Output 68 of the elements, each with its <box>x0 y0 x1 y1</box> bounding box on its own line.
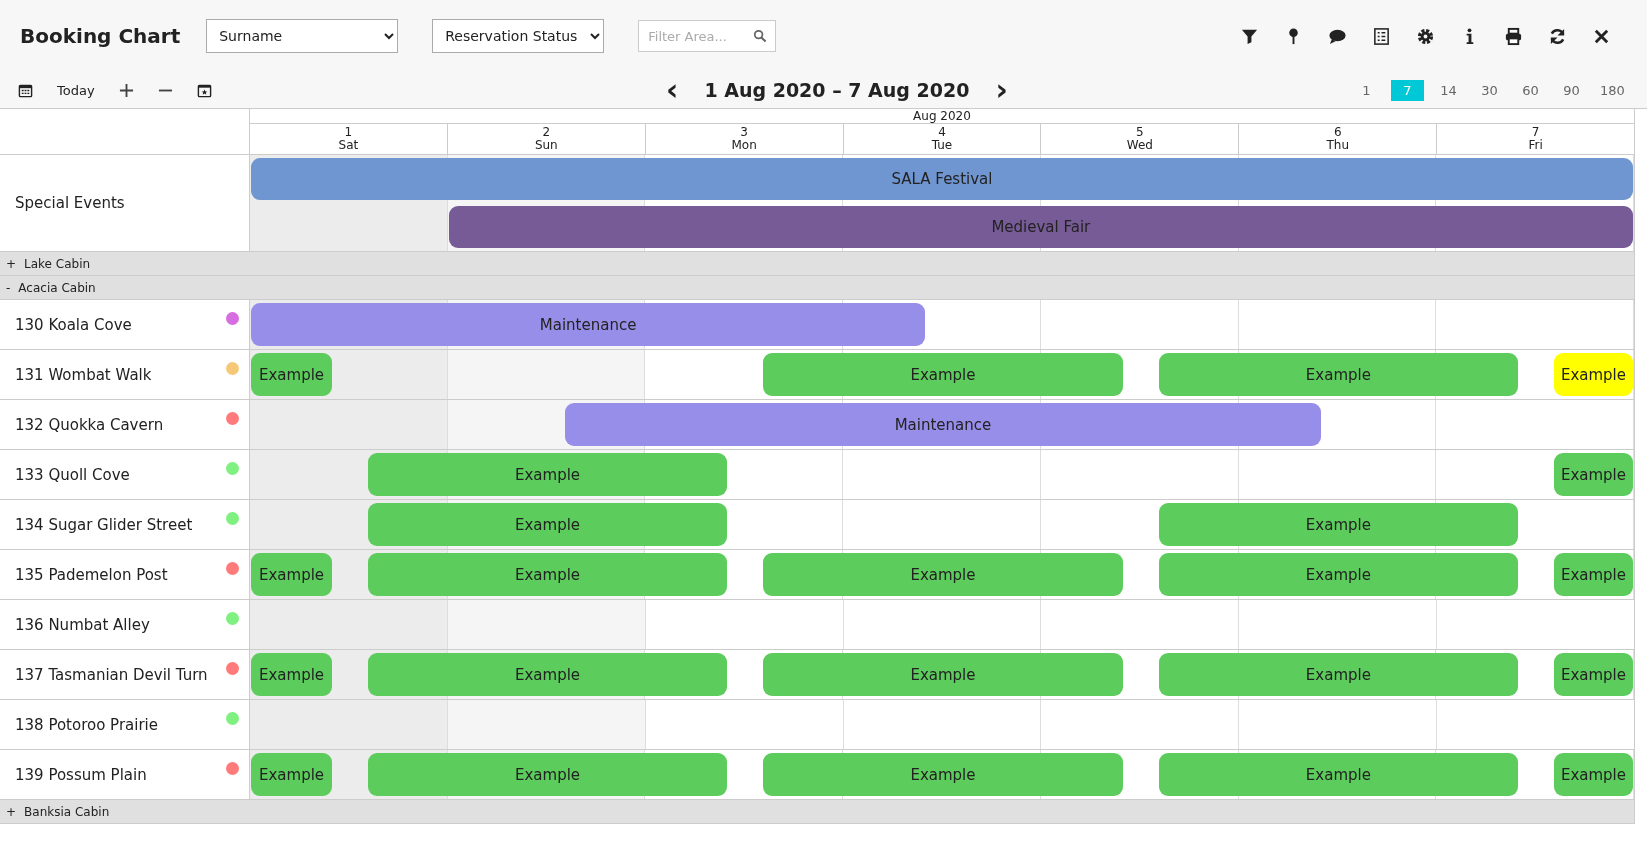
zoom-option[interactable]: 90 <box>1555 79 1588 101</box>
group-header[interactable]: + Banksia Cabin <box>0 800 1634 824</box>
zoom-option[interactable]: 14 <box>1432 79 1465 101</box>
booking-bar[interactable]: Example <box>1553 753 1633 796</box>
filter-field[interactable]: Filter Area... <box>638 20 777 52</box>
booking-bar[interactable]: Example <box>251 553 333 596</box>
booking-bar[interactable]: Example <box>1158 653 1519 696</box>
booking-bar[interactable]: Example <box>251 653 333 696</box>
booking-bar[interactable]: Example <box>763 553 1123 596</box>
booking-bar[interactable]: Example <box>1158 553 1519 596</box>
date-range: 1 Aug 2020 – 7 Aug 2020 <box>704 79 970 101</box>
day-header: 1 Sat <box>250 124 448 154</box>
booking-bar[interactable]: Example <box>1158 503 1519 546</box>
settings-icon[interactable] <box>1416 26 1435 46</box>
day-header: 6 Thu <box>1239 124 1438 154</box>
group-header[interactable]: + Lake Cabin <box>0 252 1634 276</box>
day-header: 3 Mon <box>645 124 844 154</box>
day-header: 2 Sun <box>447 124 646 154</box>
day-header: 5 Wed <box>1041 124 1240 154</box>
booking-bar[interactable]: Maintenance <box>251 303 926 346</box>
room-name: 133 Quoll Cove <box>15 465 130 484</box>
checklist-icon[interactable] <box>1372 26 1391 46</box>
day-header: 7 Fri <box>1527 124 1544 154</box>
calendar-icon[interactable] <box>18 82 33 98</box>
room-name: 135 Pademelon Post <box>15 565 168 584</box>
previous-button[interactable]: ‹ <box>658 75 687 105</box>
booking-bar[interactable]: Maintenance <box>565 403 1321 446</box>
booking-bar[interactable]: Example <box>1158 353 1519 396</box>
room-name: 138 Potoroo Prairie <box>15 715 158 734</box>
zoom-option[interactable]: 60 <box>1514 79 1547 101</box>
zoom-option[interactable]: 180 <box>1596 79 1629 101</box>
page-title: Booking Chart <box>20 24 181 48</box>
room-name: 139 Possum Plain <box>15 765 147 784</box>
group-header[interactable]: - Acacia Cabin <box>0 276 1634 300</box>
booking-bar[interactable]: Example <box>763 753 1123 796</box>
room-name: 136 Numbat Alley <box>15 615 150 634</box>
booking-bar[interactable]: Example <box>1553 653 1633 696</box>
booking-bar[interactable]: Example <box>251 353 333 396</box>
month-label: Aug 2020 <box>250 109 1634 124</box>
plus-icon[interactable] <box>118 82 134 98</box>
booking-bar[interactable]: Example <box>367 553 728 596</box>
sort-dropdown[interactable]: Surname <box>206 19 399 53</box>
room-name: 130 Koala Cove <box>15 315 132 334</box>
today-button[interactable]: Today <box>57 82 95 98</box>
booking-bar[interactable]: Example <box>367 503 728 546</box>
booking-bar[interactable]: Example <box>763 653 1123 696</box>
zoom-option[interactable]: 30 <box>1473 79 1506 101</box>
event-bar[interactable]: SALA Festival <box>251 158 1633 200</box>
booking-bar[interactable]: Example <box>1553 353 1633 396</box>
next-button[interactable]: › <box>987 75 1016 105</box>
booking-bar[interactable]: Example <box>251 753 333 796</box>
status-dropdown[interactable]: Reservation Status <box>432 19 605 53</box>
print-icon[interactable] <box>1504 26 1523 46</box>
room-name: 131 Wombat Walk <box>15 365 152 384</box>
zoom-option[interactable]: 1 <box>1350 79 1383 101</box>
day-header: 4 Tue <box>843 124 1042 154</box>
room-name: 134 Sugar Glider Street <box>15 515 193 534</box>
booking-bar[interactable]: Example <box>1553 553 1633 596</box>
booking-bar[interactable]: Example <box>367 753 728 796</box>
booking-bar[interactable]: Example <box>1553 453 1633 496</box>
booking-bar[interactable]: Example <box>1158 753 1519 796</box>
search-icon <box>753 29 768 43</box>
room-name: 132 Quokka Cavern <box>15 415 164 434</box>
booking-bar[interactable]: Example <box>763 353 1123 396</box>
booking-bar[interactable]: Example <box>367 453 728 496</box>
room-name: 137 Tasmanian Devil Turn <box>15 665 208 684</box>
booking-bar[interactable]: Example <box>367 653 728 696</box>
refresh-icon[interactable] <box>1548 26 1567 46</box>
